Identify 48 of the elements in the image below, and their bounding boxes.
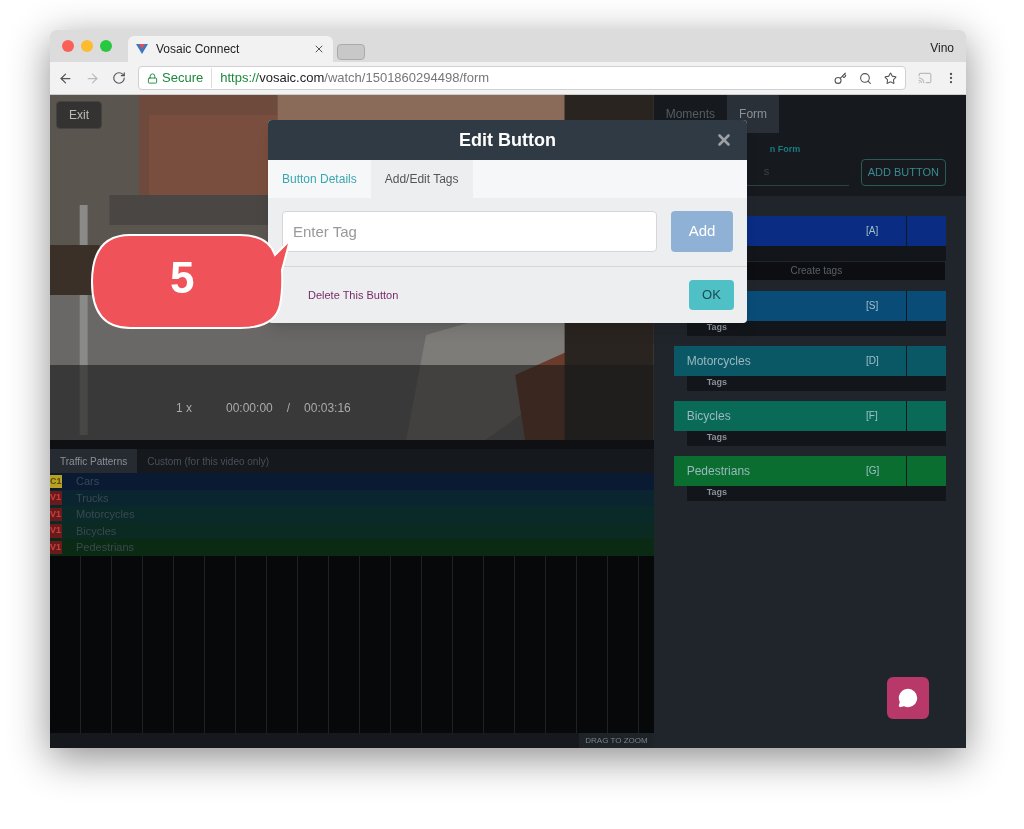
ok-button[interactable]: OK [689, 280, 734, 310]
tag-input[interactable]: Enter Tag [282, 211, 657, 252]
shortcut-key: [S] [866, 298, 906, 313]
timeline-row[interactable]: V1 Pedestrians [50, 539, 654, 556]
modal-tab[interactable]: Add/Edit Tags [370, 160, 473, 198]
zoom-hint: DRAG TO ZOOM [579, 733, 654, 748]
row-badge: V1 [50, 491, 62, 505]
row-label: Pedestrians [76, 540, 135, 555]
time-separator: / [286, 400, 291, 417]
form-button[interactable]: Pedestrians [G] [673, 455, 946, 486]
shortcut-key: [G] [866, 463, 906, 478]
progress-track[interactable] [50, 440, 654, 449]
step-number: 5 [170, 256, 195, 300]
back-icon[interactable] [58, 70, 73, 86]
bookmark-icon[interactable] [884, 71, 897, 85]
key-icon[interactable] [834, 71, 847, 85]
modal-tab[interactable]: Button Details [268, 160, 371, 198]
profile-name[interactable]: Vino [930, 39, 954, 57]
timeline-tab[interactable]: Traffic Patterns [50, 449, 138, 473]
browser-tab[interactable]: Vosaic Connect [128, 36, 333, 62]
address-bar[interactable]: Secure https://vosaic.com/watch/1501860294498/form [138, 66, 906, 90]
close-icon[interactable] [715, 131, 733, 149]
shortcut-key: [F] [866, 408, 906, 423]
exit-button[interactable]: Exit [56, 101, 102, 129]
speed-label[interactable]: 1 x [176, 399, 192, 417]
row-badge: V1 [50, 507, 62, 521]
modal-title: Edit Button [459, 128, 556, 152]
current-time: 00:00:00 [226, 400, 273, 417]
logo-icon [136, 43, 148, 55]
url-text: https://vosaic.com/watch/1501860294498/form [219, 69, 491, 88]
shortcut-key: [A] [866, 223, 906, 238]
chat-icon [897, 688, 918, 708]
duration: 00:03:16 [304, 400, 351, 417]
row-badge: V1 [50, 524, 62, 538]
add-button-button[interactable]: ADD BUTTON [860, 158, 946, 186]
form-button[interactable]: Motorcycles [D] [673, 345, 946, 376]
secure-label: Secure [162, 68, 213, 88]
delete-link[interactable]: Delete This Button [308, 286, 399, 304]
shortcut-key: [D] [866, 353, 906, 368]
reload-icon[interactable] [112, 71, 126, 85]
zoom-icon[interactable] [859, 71, 872, 85]
row-badge: V1 [50, 540, 62, 554]
lock-icon [147, 72, 158, 84]
form-label: n Form [769, 143, 801, 156]
row-badge: C1 [50, 474, 62, 488]
close-icon[interactable] [313, 43, 325, 55]
form-button[interactable]: Bicycles [F] [673, 400, 946, 431]
chat-button[interactable] [886, 677, 929, 719]
